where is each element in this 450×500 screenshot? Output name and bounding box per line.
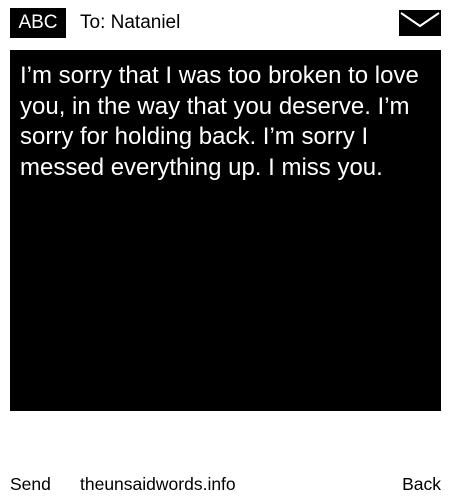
site-label: theunsaidwords.info bbox=[80, 474, 236, 494]
softkey-bar: Send theunsaidwords.info Back bbox=[0, 470, 450, 498]
back-button[interactable]: Back bbox=[402, 470, 441, 498]
send-button[interactable]: Send bbox=[10, 470, 51, 498]
recipient-field[interactable]: To: Nataniel bbox=[80, 8, 180, 38]
message-header: ABC To: Nataniel bbox=[0, 0, 450, 48]
message-text-area[interactable]: I’m sorry that I was too broken to love … bbox=[10, 50, 441, 411]
input-mode-badge[interactable]: ABC bbox=[10, 8, 66, 38]
envelope-icon bbox=[399, 10, 441, 36]
